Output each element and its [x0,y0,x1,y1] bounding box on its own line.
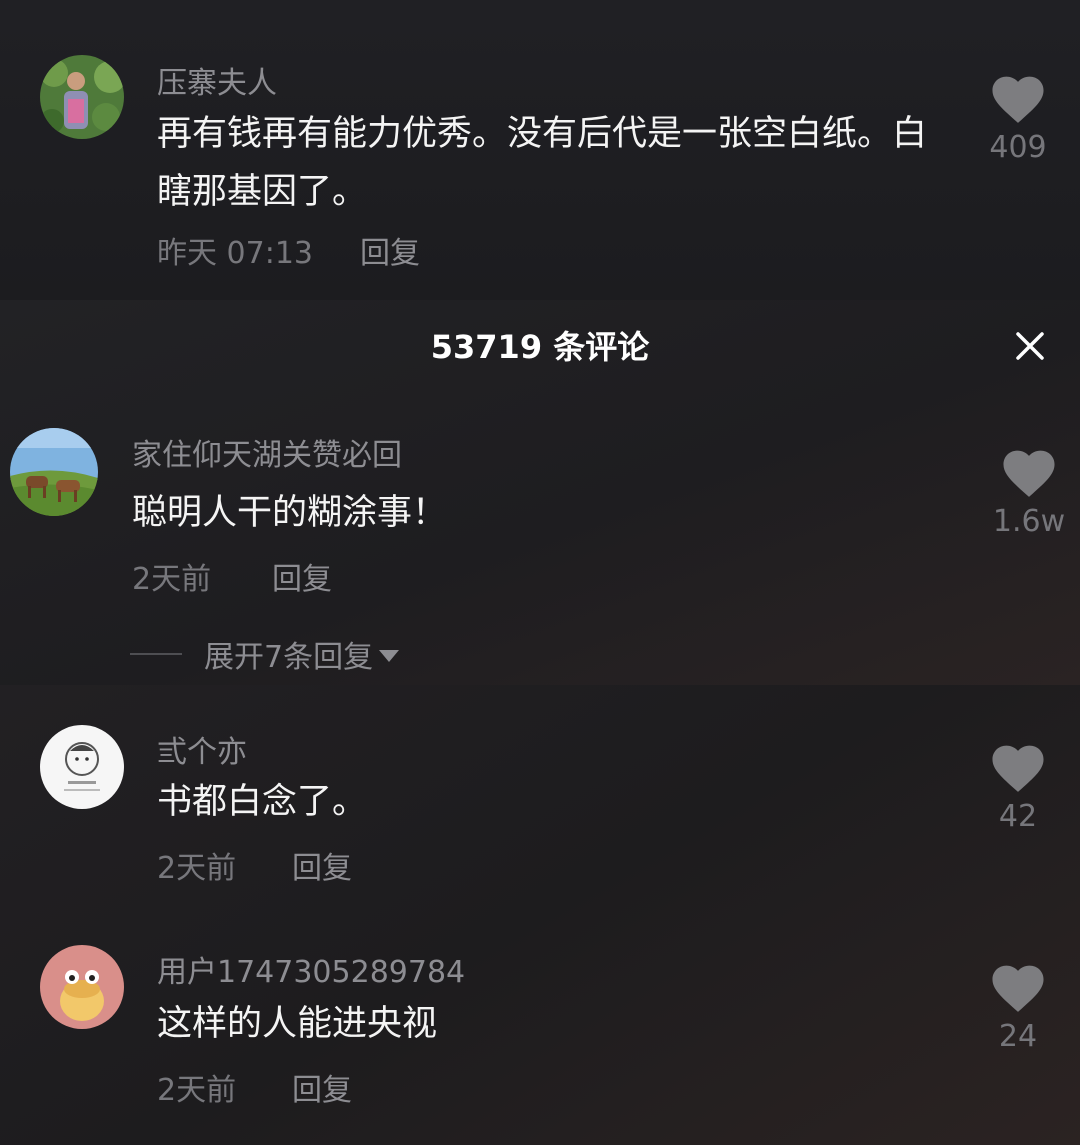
like-count: 24 [998,1019,1038,1054]
panel-title: 53719 条评论 [430,328,650,366]
timestamp: 昨天 07:13 [157,236,313,271]
like-count: 42 [998,799,1038,834]
reply-button[interactable]: 回复 [360,228,420,272]
username[interactable]: 压寨夫人 [157,58,277,102]
person-in-garden-avatar-icon [40,55,124,139]
username[interactable]: 用户1747305289784 [157,947,465,991]
like-count: 409 [989,130,1047,165]
heart-icon [992,745,1044,792]
username[interactable]: 弎个亦 [157,727,247,771]
avatar[interactable] [10,428,98,516]
reply-button[interactable]: 回复 [272,554,332,598]
heart-icon [992,76,1044,123]
chevron-down-icon [379,650,400,662]
comments-panel: 53719 条评论 家住仰天湖关赞必回 聪明人干的糊涂事！ 2天前 回复 1.6… [0,300,1080,685]
cartoon-bun-avatar-icon [40,945,124,1029]
heart-icon [1003,450,1055,497]
heart-icon [992,965,1044,1012]
like-count: 1.6w [992,504,1066,539]
timestamp: 2天前 [132,562,212,597]
avatar[interactable] [40,725,124,809]
divider-line [130,653,182,655]
comment-text: 聪明人干的糊涂事！ [132,493,448,533]
like-button[interactable]: 42 [973,745,1063,834]
reply-button[interactable]: 回复 [292,1065,352,1109]
like-button[interactable]: 1.6w [984,450,1074,539]
comment-text: 书都白念了。 [157,782,368,822]
cartoon-sketch-avatar-icon [40,725,124,809]
horses-grassland-avatar-icon [10,428,98,516]
expand-replies-button[interactable]: 展开7条回复 [130,632,400,676]
close-icon[interactable] [1010,326,1050,366]
expand-replies-label: 展开7条回复 [204,640,374,675]
comment-text: 这样的人能进央视 [157,1004,438,1044]
avatar[interactable] [40,945,124,1029]
like-button[interactable]: 409 [973,76,1063,165]
reply-button[interactable]: 回复 [292,843,352,887]
username[interactable]: 家住仰天湖关赞必回 [132,430,402,474]
timestamp: 2天前 [157,1073,237,1108]
comments-list: 弎个亦 书都白念了。 2天前 回复 42 用户1747305289784 这样的… [0,685,1080,1145]
like-button[interactable]: 24 [973,965,1063,1054]
comment-item: 压寨夫人 再有钱再有能力优秀。没有后代是一张空白纸。白瞎那基因了。 昨天 07:… [0,0,1080,300]
timestamp: 2天前 [157,851,237,886]
avatar[interactable] [40,55,124,139]
comment-text: 再有钱再有能力优秀。没有后代是一张空白纸。白瞎那基因了。 [157,114,928,212]
